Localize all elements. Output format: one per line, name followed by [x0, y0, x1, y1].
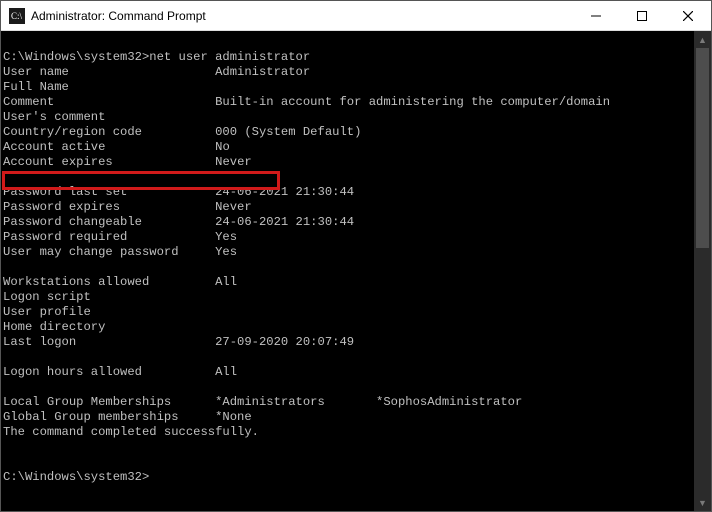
- row-label: User name: [3, 65, 69, 79]
- blank-line: [3, 35, 10, 49]
- svg-text:C:\: C:\: [11, 11, 23, 21]
- row-value: Yes: [215, 245, 237, 259]
- row-label: Global Group memberships: [3, 410, 179, 424]
- row-value: 27-09-2020 20:07:49: [215, 335, 354, 349]
- row-value: Administrator: [215, 65, 310, 79]
- row-label: Password expires: [3, 200, 120, 214]
- row-label: Logon hours allowed: [3, 365, 142, 379]
- row-label: Account expires: [3, 155, 113, 169]
- row-value: Never: [215, 155, 252, 169]
- prompt-path: C:\Windows\system32>: [3, 470, 149, 484]
- row-value: All: [215, 275, 237, 289]
- minimize-button[interactable]: [573, 1, 619, 31]
- row-value: 000 (System Default): [215, 125, 361, 139]
- row-label: Comment: [3, 95, 54, 109]
- row-label: Password changeable: [3, 215, 142, 229]
- scroll-thumb[interactable]: [696, 48, 709, 248]
- maximize-button[interactable]: [619, 1, 665, 31]
- cmd-icon: C:\: [9, 8, 25, 24]
- row-label: User profile: [3, 305, 91, 319]
- row-value: All: [215, 365, 237, 379]
- scroll-down-button[interactable]: ▼: [694, 494, 711, 511]
- titlebar[interactable]: C:\ Administrator: Command Prompt: [1, 1, 711, 31]
- row-value: *Administrators *SophosAdministrator: [215, 395, 522, 409]
- row-label: Password required: [3, 230, 127, 244]
- prompt-path: C:\Windows\system32>: [3, 50, 149, 64]
- row-label: Workstations allowed: [3, 275, 149, 289]
- row-value: *None: [215, 410, 252, 424]
- row-value: 24-06-2021 21:30:44: [215, 215, 354, 229]
- row-value: Yes: [215, 230, 237, 244]
- window-title: Administrator: Command Prompt: [31, 9, 206, 23]
- row-value: Never: [215, 200, 252, 214]
- row-label: Full Name: [3, 80, 69, 94]
- row-label: User's comment: [3, 110, 105, 124]
- row-value: No: [215, 140, 230, 154]
- row-label: Password last set: [3, 185, 127, 199]
- row-label: Country/region code: [3, 125, 142, 139]
- command-prompt-window: C:\ Administrator: Command Prompt C:\Win…: [0, 0, 712, 512]
- row-label: Account active: [3, 140, 105, 154]
- row-label: Logon script: [3, 290, 91, 304]
- scroll-up-button[interactable]: ▲: [694, 31, 711, 48]
- scrollbar[interactable]: ▲ ▼: [694, 31, 711, 511]
- terminal-area: C:\Windows\system32>net user administrat…: [1, 31, 711, 511]
- row-value: 24-06-2021 21:30:44: [215, 185, 354, 199]
- terminal-output[interactable]: C:\Windows\system32>net user administrat…: [1, 31, 694, 511]
- row-label: Last logon: [3, 335, 76, 349]
- row-label: Home directory: [3, 320, 105, 334]
- close-button[interactable]: [665, 1, 711, 31]
- row-label: User may change password: [3, 245, 179, 259]
- command: net user administrator: [149, 50, 310, 64]
- completion-message: The command completed successfully.: [3, 425, 259, 439]
- row-value: Built-in account for administering the c…: [215, 95, 610, 109]
- row-label: Local Group Memberships: [3, 395, 171, 409]
